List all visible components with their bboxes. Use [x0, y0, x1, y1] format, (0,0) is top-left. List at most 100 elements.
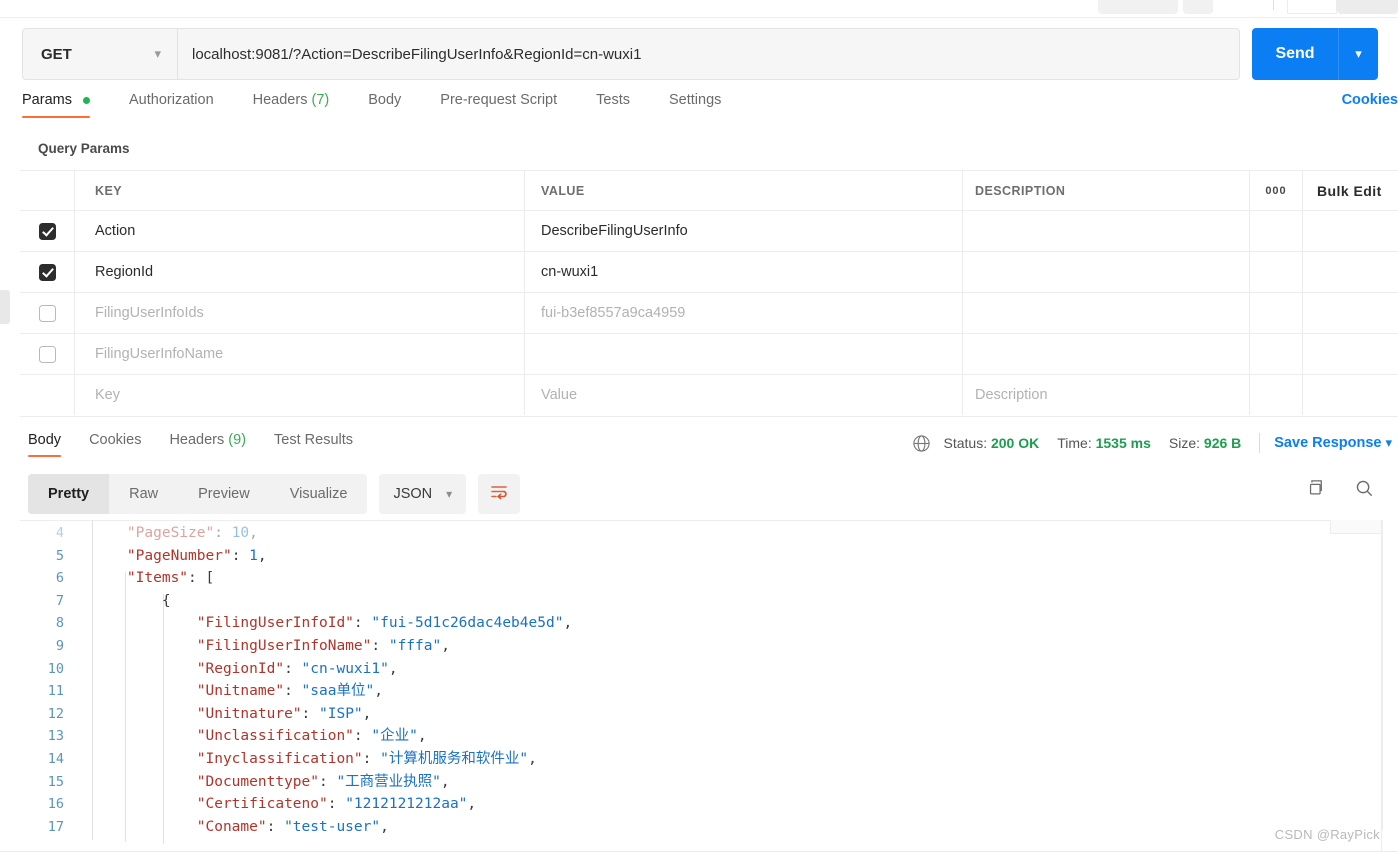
vertical-scrollbar[interactable] [1382, 520, 1398, 830]
response-body-code[interactable]: 4 "PageSize": 10, 5 "PageNumber": 1, 6 "It… [20, 520, 1398, 852]
row-value[interactable]: DescribeFilingUserInfo [525, 211, 963, 251]
row-key[interactable]: RegionId [75, 252, 525, 292]
view-mode-pretty[interactable]: Pretty [28, 474, 110, 514]
code-line: 17 "Coname": "test-user", [20, 816, 572, 839]
save-response-chevron-down-icon[interactable]: ▾ [1385, 435, 1392, 451]
row-key[interactable]: FilingUserInfoName [75, 334, 525, 374]
row-description[interactable] [963, 211, 1250, 251]
code-line-text: "PageNumber": 1, [126, 547, 267, 564]
code-line-text: "Inyclassification": "计算机服务和软件业", [196, 750, 537, 767]
format-select[interactable]: JSON ▾ [379, 474, 467, 514]
bulk-edit-button[interactable]: Bulk Edit [1303, 171, 1398, 210]
cookies-link[interactable]: Cookies [1342, 92, 1398, 108]
send-options-chevron-down-icon[interactable]: ▾ [1338, 28, 1378, 80]
row-spacer-bulk [1303, 211, 1398, 251]
line-number: 7 [55, 592, 64, 609]
tab-pre-request-script[interactable]: Pre-request Script [440, 92, 557, 118]
line-number: 8 [55, 615, 64, 632]
response-body-toolbar: Pretty Raw Preview Visualize JSON ▾ [28, 474, 521, 514]
code-line: 4 "PageSize": 10, [20, 522, 572, 545]
copy-icon[interactable] [1306, 478, 1326, 498]
row-checkbox-cell-empty [20, 375, 75, 415]
url-input[interactable]: localhost:9081/?Action=DescribeFilingUse… [178, 28, 1240, 80]
sidebar-collapse-grip[interactable] [0, 290, 10, 324]
time-label: Time: [1057, 435, 1092, 451]
row-spacer-bulk [1303, 293, 1398, 333]
query-params-table: KEY VALUE DESCRIPTION 000 Bulk Edit Acti… [20, 170, 1398, 415]
tab-headers[interactable]: Headers (7) [253, 92, 330, 118]
chevron-down-icon: ▾ [154, 46, 161, 61]
response-body-actions [1306, 478, 1374, 498]
row-value[interactable]: cn-wuxi1 [525, 252, 963, 292]
time-item: Time: 1535 ms [1057, 435, 1151, 451]
view-mode-segmented-control: Pretty Raw Preview Visualize [28, 474, 368, 514]
size-value: 926 B [1203, 435, 1242, 451]
row-value[interactable]: fui-b3ef8557a9ca4959 [525, 293, 963, 333]
send-button[interactable]: Send [1252, 28, 1338, 80]
checkbox-icon[interactable] [38, 345, 56, 363]
tab-tests[interactable]: Tests [596, 92, 630, 118]
top-strip-tab-active[interactable] [1287, 0, 1337, 14]
new-row-key-input[interactable]: Key [75, 375, 525, 415]
response-tab-cookies[interactable]: Cookies [89, 432, 141, 457]
status-item: Status: 200 OK [944, 435, 1040, 451]
row-description[interactable] [963, 252, 1250, 292]
code-line: 12 "Unitnature": "ISP", [20, 703, 572, 726]
checkbox-icon[interactable] [38, 222, 56, 240]
row-key[interactable]: FilingUserInfoIds [75, 293, 525, 333]
postman-window: GET ▾ localhost:9081/?Action=DescribeFil… [0, 0, 1398, 852]
row-description[interactable] [963, 293, 1250, 333]
status-label: Status: [943, 435, 988, 451]
wrap-lines-button[interactable] [478, 474, 521, 514]
row-key[interactable]: Action [75, 211, 525, 251]
tab-params[interactable]: Params [22, 92, 90, 118]
row-checkbox-cell[interactable] [20, 211, 75, 251]
wrap-lines-icon [490, 484, 508, 505]
new-row-value-input[interactable]: Value [525, 375, 963, 415]
code-line-text: "FilingUserInfoName": "fffa", [196, 637, 450, 654]
row-value[interactable] [525, 334, 963, 374]
time-value: 1535 ms [1095, 435, 1151, 451]
chevron-down-icon: ▾ [446, 487, 453, 501]
response-tab-test-results[interactable]: Test Results [274, 432, 353, 457]
response-tab-headers[interactable]: Headers (9) [169, 432, 246, 457]
new-row-description-input[interactable]: Description [963, 375, 1250, 415]
status-value: 200 OK [990, 435, 1040, 451]
checkbox-icon[interactable] [38, 304, 56, 322]
http-method-select[interactable]: GET ▾ [22, 28, 178, 80]
code-line: 7 { [20, 590, 572, 613]
code-line: 5 "PageNumber": 1, [20, 545, 572, 568]
top-strip-pill-d[interactable] [1337, 0, 1398, 14]
tab-authorization[interactable]: Authorization [129, 92, 214, 118]
row-checkbox-cell[interactable] [20, 293, 75, 333]
row-description[interactable] [963, 334, 1250, 374]
code-line: 15 "Documenttype": "工商营业执照", [20, 771, 572, 794]
checkbox-icon[interactable] [38, 263, 56, 281]
query-params-title: Query Params [38, 141, 130, 156]
row-checkbox-cell[interactable] [20, 252, 75, 292]
tab-settings[interactable]: Settings [669, 92, 721, 118]
top-strip-pill-b[interactable] [1183, 0, 1213, 14]
format-label: JSON [393, 486, 433, 502]
search-icon[interactable] [1354, 478, 1374, 498]
view-mode-raw[interactable]: Raw [109, 474, 178, 514]
table-row: FilingUserInfoIds fui-b3ef8557a9ca4959 [20, 292, 1398, 333]
line-number: 14 [47, 750, 64, 767]
code-line: 6 "Items": [ [20, 567, 572, 590]
row-checkbox-cell[interactable] [20, 334, 75, 374]
save-response-button[interactable]: Save Response [1274, 435, 1381, 451]
line-number: 9 [55, 637, 64, 654]
table-options-icon[interactable]: 000 [1250, 171, 1303, 210]
view-mode-preview[interactable]: Preview [178, 474, 270, 514]
top-strip-pill-a[interactable] [1098, 0, 1178, 14]
response-tab-body[interactable]: Body [28, 432, 62, 457]
code-line: 16 "Certificateno": "1212121212aa", [20, 793, 572, 816]
json-code-block: 4 "PageSize": 10, 5 "PageNumber": 1, 6 "It… [20, 522, 572, 838]
code-top-rule [20, 520, 1380, 521]
line-number: 11 [47, 683, 64, 700]
send-group: Send ▾ [1252, 28, 1378, 80]
view-mode-visualize[interactable]: Visualize [270, 474, 368, 514]
tab-body[interactable]: Body [368, 92, 401, 118]
table-row: Action DescribeFilingUserInfo [20, 210, 1398, 251]
table-row: FilingUserInfoName [20, 333, 1398, 374]
